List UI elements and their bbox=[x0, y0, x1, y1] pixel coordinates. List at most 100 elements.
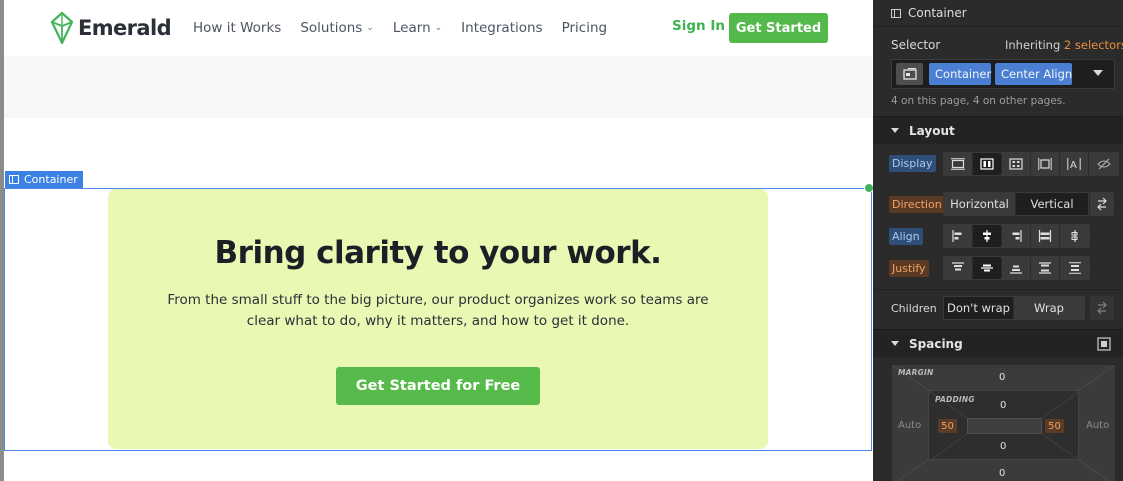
get-started-button[interactable]: Get Started bbox=[729, 13, 828, 43]
direction-label[interactable]: Direction bbox=[889, 196, 945, 213]
display-inline-icon: A bbox=[1067, 158, 1081, 170]
align-baseline-button[interactable] bbox=[1060, 225, 1089, 247]
layout-section-header[interactable]: Layout bbox=[873, 116, 1123, 144]
selector-field[interactable]: Container Center Align bbox=[891, 59, 1115, 89]
nav-pricing[interactable]: Pricing bbox=[562, 20, 608, 36]
emerald-logo-icon bbox=[50, 12, 74, 44]
justify-center-icon bbox=[981, 264, 993, 272]
margin-left-value[interactable]: Auto bbox=[898, 420, 921, 431]
nav-label: Solutions bbox=[300, 20, 363, 36]
padding-bottom-value[interactable]: 0 bbox=[1000, 441, 1006, 452]
padding-top-value[interactable]: 0 bbox=[1000, 400, 1006, 411]
chevron-down-icon: ⌄ bbox=[434, 23, 443, 33]
reverse-direction-button[interactable] bbox=[1090, 192, 1114, 216]
padding-left-value[interactable]: 50 bbox=[938, 419, 957, 433]
expand-spacing-icon[interactable] bbox=[1097, 337, 1111, 354]
logo-text: Emerald bbox=[78, 16, 172, 40]
inheriting-selectors-link[interactable]: 2 selectors bbox=[1064, 38, 1123, 52]
justify-start-button[interactable] bbox=[944, 257, 973, 279]
selector-dropdown-icon[interactable] bbox=[1093, 70, 1103, 76]
align-start-button[interactable] bbox=[944, 225, 973, 247]
display-block-button[interactable] bbox=[944, 153, 973, 175]
children-dont-wrap-button[interactable]: Don't wrap bbox=[944, 297, 1014, 319]
children-label: Children bbox=[891, 302, 937, 315]
nav-label: Integrations bbox=[461, 20, 543, 36]
inheriting-info: Inheriting 2 selectors bbox=[1005, 38, 1123, 52]
selected-element-tag: Container bbox=[5, 171, 83, 188]
hero-card[interactable]: Bring clarity to your work. From the sma… bbox=[108, 189, 768, 449]
display-grid-button[interactable] bbox=[1002, 153, 1031, 175]
nav-how-it-works[interactable]: How it Works bbox=[193, 20, 281, 36]
nav-solutions[interactable]: Solutions ⌄ bbox=[300, 20, 374, 36]
selector-usage-note: 4 on this page, 4 on other pages. bbox=[891, 95, 1066, 107]
margin-right-value[interactable]: Auto bbox=[1086, 420, 1109, 431]
designer-canvas[interactable]: Emerald How it Works Solutions ⌄ Learn ⌄ I… bbox=[0, 0, 873, 481]
children-wrap-button[interactable]: Wrap bbox=[1014, 297, 1084, 319]
align-options bbox=[943, 224, 1090, 248]
add-element-handle[interactable] bbox=[864, 183, 873, 193]
padding-right-value[interactable]: 50 bbox=[1045, 419, 1064, 433]
display-label[interactable]: Display bbox=[889, 155, 936, 172]
nav-learn[interactable]: Learn ⌄ bbox=[393, 20, 442, 36]
section-band[interactable] bbox=[4, 56, 872, 118]
nav-label: Pricing bbox=[561, 20, 608, 36]
direction-horizontal-button[interactable]: Horizontal bbox=[944, 193, 1016, 215]
padding-label: PADDING bbox=[935, 395, 975, 404]
align-start-icon bbox=[952, 230, 962, 242]
align-center-button[interactable] bbox=[973, 225, 1002, 247]
container-icon bbox=[9, 175, 19, 184]
reverse-arrows-icon bbox=[1097, 197, 1107, 211]
padding-box: PADDING 0 50 50 0 bbox=[928, 390, 1080, 461]
reverse-arrows-icon bbox=[1097, 301, 1107, 315]
hero-cta-button[interactable]: Get Started for Free bbox=[336, 367, 540, 405]
justify-center-button[interactable] bbox=[973, 257, 1002, 279]
display-options: A bbox=[943, 152, 1119, 176]
selector-style-button[interactable] bbox=[896, 63, 923, 85]
direction-options: Horizontal Vertical bbox=[943, 192, 1089, 216]
selected-element-label: Container bbox=[24, 173, 78, 186]
align-stretch-button[interactable] bbox=[1031, 225, 1060, 247]
justify-options bbox=[943, 256, 1090, 280]
sign-in-link[interactable]: Sign In bbox=[672, 18, 725, 34]
display-inline-button[interactable]: A bbox=[1060, 153, 1089, 175]
display-grid-icon bbox=[1009, 158, 1023, 170]
align-end-button[interactable] bbox=[1002, 225, 1031, 247]
direction-vertical-button[interactable]: Vertical bbox=[1016, 193, 1088, 215]
margin-top-value[interactable]: 0 bbox=[999, 372, 1005, 383]
display-inline-block-icon bbox=[1038, 158, 1052, 170]
collapse-triangle-icon bbox=[891, 128, 899, 133]
selector-card-icon bbox=[902, 68, 917, 80]
site-navbar: Emerald How it Works Solutions ⌄ Learn ⌄ I… bbox=[4, 0, 872, 56]
hero-title: Bring clarity to your work. bbox=[214, 235, 662, 271]
collapse-triangle-icon bbox=[891, 341, 899, 346]
align-baseline-icon bbox=[1071, 230, 1077, 242]
justify-end-button[interactable] bbox=[1002, 257, 1031, 279]
reverse-wrap-button[interactable] bbox=[1090, 296, 1114, 320]
container-icon bbox=[891, 8, 901, 18]
divider bbox=[873, 289, 1123, 290]
selector-chip-container[interactable]: Container bbox=[929, 63, 991, 85]
align-stretch-icon bbox=[1038, 230, 1052, 242]
style-panel: Container Selector Inheriting 2 selector… bbox=[873, 0, 1123, 481]
justify-end-icon bbox=[1010, 265, 1022, 274]
selector-chip-center-align[interactable]: Center Align bbox=[995, 63, 1072, 85]
spacing-section-title: Spacing bbox=[909, 336, 963, 351]
nav-integrations[interactable]: Integrations bbox=[461, 20, 542, 36]
justify-space-between-button[interactable] bbox=[1031, 257, 1060, 279]
display-none-button[interactable] bbox=[1089, 153, 1118, 175]
display-flex-icon bbox=[980, 158, 994, 170]
justify-space-around-button[interactable] bbox=[1060, 257, 1089, 279]
svg-text:A: A bbox=[1070, 160, 1077, 170]
spacing-section-header[interactable]: Spacing bbox=[873, 329, 1123, 357]
nav-label: Learn bbox=[392, 20, 431, 36]
display-flex-button[interactable] bbox=[973, 153, 1002, 175]
display-block-icon bbox=[951, 158, 965, 170]
align-label[interactable]: Align bbox=[889, 228, 923, 245]
justify-start-icon bbox=[952, 262, 964, 271]
margin-bottom-value[interactable]: 0 bbox=[999, 468, 1005, 479]
site-logo[interactable]: Emerald bbox=[50, 11, 172, 45]
justify-space-between-icon bbox=[1039, 262, 1051, 274]
justify-label[interactable]: Justify bbox=[889, 260, 929, 277]
display-inline-block-button[interactable] bbox=[1031, 153, 1060, 175]
chevron-down-icon: ⌄ bbox=[366, 23, 374, 33]
